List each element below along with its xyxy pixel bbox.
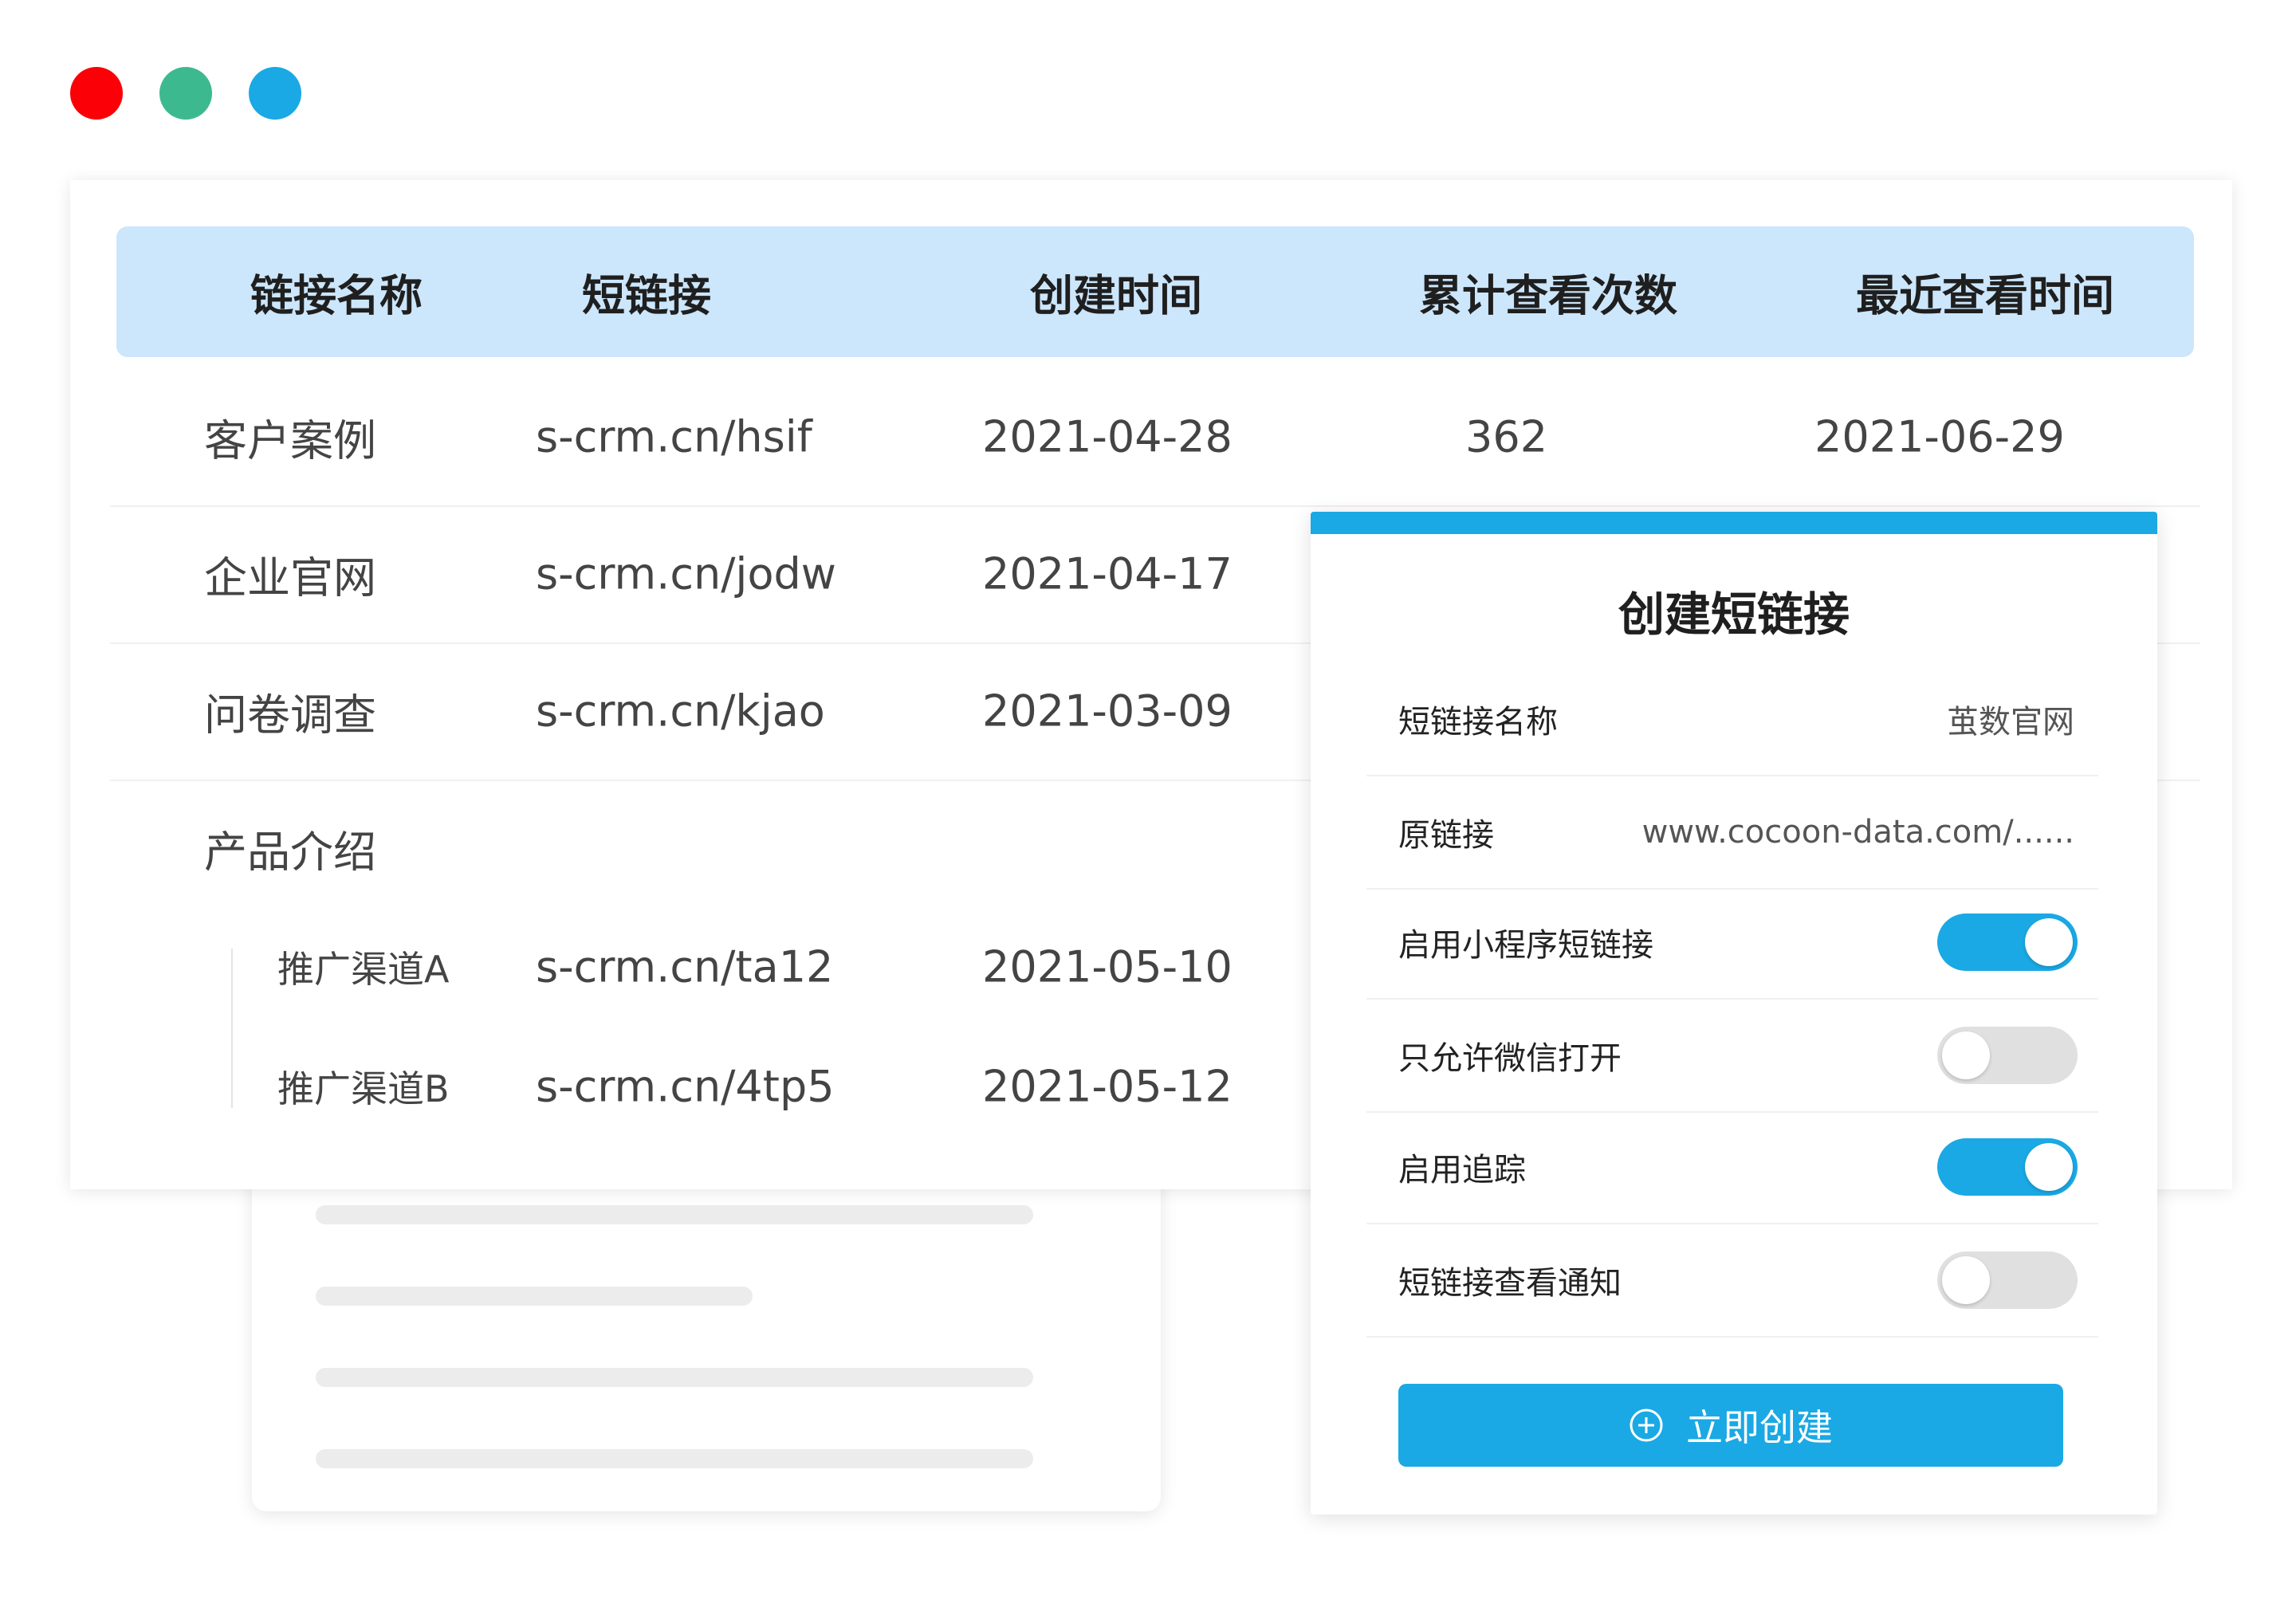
row-created: 2021-04-28 — [982, 411, 1233, 462]
toggle-label: 启用追踪 — [1398, 1152, 1526, 1189]
toggle-label: 启用小程序短链接 — [1398, 927, 1653, 964]
close-dot[interactable] — [70, 67, 123, 120]
subrow-short-link[interactable]: s-crm.cn/ta12 — [536, 942, 833, 992]
plus-circle-icon — [1630, 1409, 1663, 1442]
header-short-link: 短链接 — [582, 270, 711, 321]
header-last-viewed: 最近查看时间 — [1856, 270, 2114, 321]
table-subrow[interactable]: 推广渠道B s-crm.cn/4tp5 2021-05-12 — [110, 1027, 1386, 1146]
subrow-short-link[interactable]: s-crm.cn/4tp5 — [536, 1062, 835, 1112]
header-created-time: 创建时间 — [1030, 270, 1202, 321]
subrow-created: 2021-05-10 — [982, 941, 1233, 992]
skeleton-line — [316, 1287, 753, 1306]
header-link-name: 链接名称 — [250, 270, 423, 321]
subrow-name: 推广渠道A — [277, 948, 450, 991]
row-short-link[interactable]: s-crm.cn/jodw — [536, 549, 836, 599]
field-value[interactable]: www.cocoon-data.com/...... — [1642, 814, 2074, 851]
field-original-link[interactable]: 原链接 www.cocoon-data.com/...... — [1366, 776, 2098, 890]
toggle-label: 只允许微信打开 — [1398, 1040, 1622, 1077]
dialog-title: 创建短链接 — [1618, 587, 1850, 642]
row-name: 企业官网 — [204, 552, 376, 603]
dialog-accent-bar — [1311, 512, 2157, 534]
miniprogram-toggle[interactable] — [1937, 914, 2078, 971]
skeleton-line — [316, 1205, 1033, 1224]
create-short-link-dialog: 创建短链接 短链接名称 茧数官网 原链接 www.cocoon-data.com… — [1311, 512, 2157, 1515]
toggle-row-wechat-only: 只允许微信打开 — [1366, 1000, 2098, 1113]
field-value[interactable]: 茧数官网 — [1947, 696, 2074, 742]
skeleton-line — [316, 1449, 1033, 1468]
table-subrow[interactable]: 推广渠道A s-crm.cn/ta12 2021-05-10 — [110, 907, 1386, 1027]
row-short-link[interactable]: s-crm.cn/kjao — [536, 686, 825, 737]
wechat-only-toggle[interactable] — [1937, 1027, 2078, 1084]
header-total-views: 累计查看次数 — [1419, 270, 1677, 321]
toggle-row-miniprogram: 启用小程序短链接 — [1366, 886, 2098, 1000]
minimize-dot[interactable] — [159, 67, 212, 120]
row-name: 客户案例 — [204, 415, 376, 466]
toggle-label: 短链接查看通知 — [1398, 1265, 1622, 1302]
row-short-link[interactable]: s-crm.cn/hsif — [536, 412, 812, 462]
field-short-link-name[interactable]: 短链接名称 茧数官网 — [1366, 663, 2098, 776]
skeleton-line — [316, 1368, 1033, 1387]
subrow-created: 2021-05-12 — [982, 1061, 1233, 1112]
tracking-toggle[interactable] — [1937, 1138, 2078, 1196]
tree-connector-line — [231, 949, 233, 1108]
row-views: 362 — [1465, 411, 1548, 462]
toggle-row-tracking: 启用追踪 — [1366, 1111, 2098, 1224]
toggle-knob — [2025, 918, 2073, 966]
view-notice-toggle[interactable] — [1937, 1251, 2078, 1309]
create-now-button[interactable]: 立即创建 — [1398, 1384, 2063, 1467]
toggle-knob — [2025, 1143, 2073, 1191]
field-label: 短链接名称 — [1398, 704, 1558, 741]
row-created: 2021-04-17 — [982, 548, 1233, 599]
toggle-row-view-notice: 短链接查看通知 — [1366, 1224, 2098, 1338]
row-last-viewed: 2021-06-29 — [1814, 411, 2065, 462]
toggle-knob — [1942, 1256, 1990, 1304]
toggle-knob — [1942, 1031, 1990, 1079]
row-name: 问卷调查 — [204, 690, 376, 741]
create-now-label: 立即创建 — [1686, 1406, 1833, 1449]
table-header: 链接名称 短链接 创建时间 累计查看次数 最近查看时间 — [116, 226, 2194, 357]
maximize-dot[interactable] — [249, 67, 301, 120]
field-label: 原链接 — [1398, 817, 1494, 854]
row-created: 2021-03-09 — [982, 686, 1233, 737]
subrow-name: 推广渠道B — [277, 1067, 450, 1110]
row-name: 产品介绍 — [204, 827, 376, 878]
table-row[interactable]: 客户案例 s-crm.cn/hsif 2021-04-28 362 2021-0… — [110, 368, 2200, 507]
